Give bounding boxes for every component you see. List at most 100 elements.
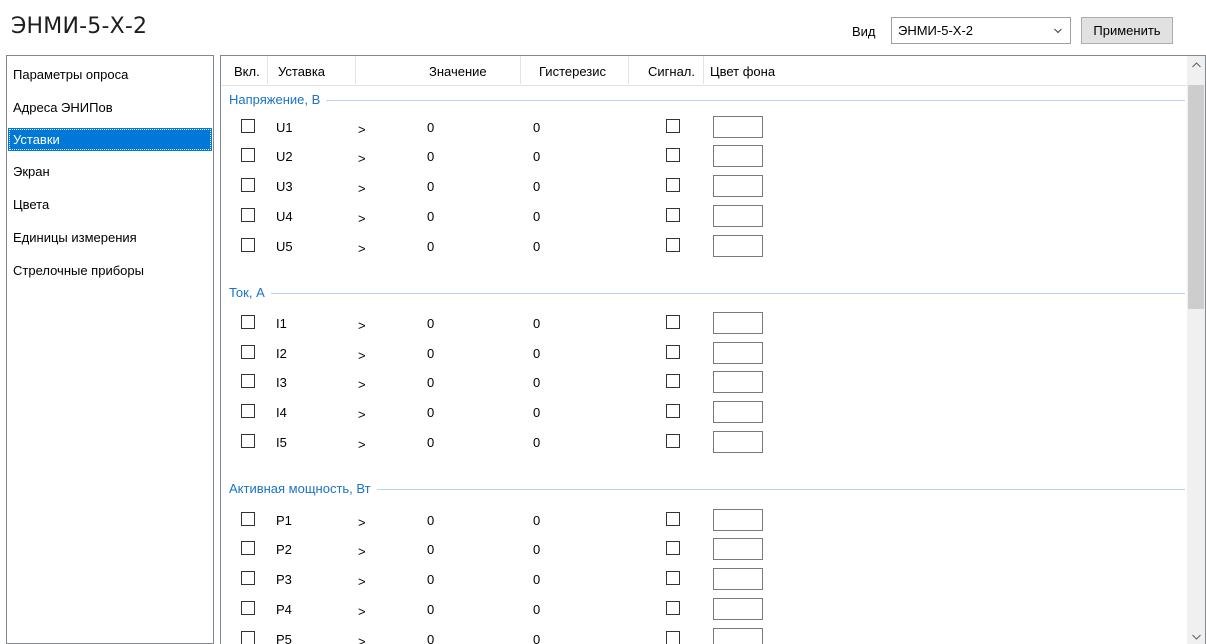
setpoint-value[interactable]: 0 (427, 239, 434, 254)
setpoint-name: U1 (276, 120, 293, 135)
enabled-checkbox[interactable] (241, 512, 255, 526)
signal-checkbox[interactable] (666, 631, 680, 644)
setpoint-value[interactable]: 0 (427, 346, 434, 361)
table-row: P2 > 0 0 (221, 538, 1187, 567)
enabled-checkbox[interactable] (241, 119, 255, 133)
signal-checkbox[interactable] (666, 238, 680, 252)
enabled-checkbox[interactable] (241, 238, 255, 252)
signal-checkbox[interactable] (666, 148, 680, 162)
setpoint-hysteresis[interactable]: 0 (533, 513, 540, 528)
signal-checkbox[interactable] (666, 119, 680, 133)
bg-color-picker[interactable] (713, 205, 763, 227)
signal-checkbox[interactable] (666, 434, 680, 448)
setpoint-hysteresis[interactable]: 0 (533, 572, 540, 587)
bg-color-picker[interactable] (713, 538, 763, 560)
setpoint-hysteresis[interactable]: 0 (533, 120, 540, 135)
signal-checkbox[interactable] (666, 315, 680, 329)
setpoint-hysteresis[interactable]: 0 (533, 602, 540, 617)
bg-color-picker[interactable] (713, 175, 763, 197)
bg-color-picker[interactable] (713, 371, 763, 393)
setpoint-value[interactable]: 0 (427, 542, 434, 557)
scroll-up-button[interactable] (1187, 56, 1205, 73)
bg-color-picker[interactable] (713, 312, 763, 334)
setpoint-operator: > (358, 634, 366, 644)
setpoint-value[interactable]: 0 (427, 572, 434, 587)
setpoint-value[interactable]: 0 (427, 435, 434, 450)
bg-color-picker[interactable] (713, 235, 763, 257)
setpoint-hysteresis[interactable]: 0 (533, 179, 540, 194)
enabled-checkbox[interactable] (241, 178, 255, 192)
setpoint-hysteresis[interactable]: 0 (533, 632, 540, 644)
setpoint-operator: > (358, 515, 366, 530)
bg-color-picker[interactable] (713, 431, 763, 453)
sidebar-item-units[interactable]: Единицы измерения (8, 226, 212, 249)
enabled-checkbox[interactable] (241, 148, 255, 162)
setpoint-value[interactable]: 0 (427, 632, 434, 644)
bg-color-picker[interactable] (713, 116, 763, 138)
vertical-scrollbar[interactable] (1187, 56, 1205, 644)
setpoint-hysteresis[interactable]: 0 (533, 346, 540, 361)
setpoint-name: U3 (276, 179, 293, 194)
signal-checkbox[interactable] (666, 601, 680, 615)
header-separator (355, 56, 356, 84)
signal-checkbox[interactable] (666, 512, 680, 526)
setpoint-operator: > (358, 318, 366, 333)
enabled-checkbox[interactable] (241, 601, 255, 615)
setpoint-value[interactable]: 0 (427, 149, 434, 164)
enabled-checkbox[interactable] (241, 631, 255, 644)
apply-button[interactable]: Применить (1081, 17, 1173, 44)
header-signal: Сигнал. (648, 64, 695, 79)
enabled-checkbox[interactable] (241, 404, 255, 418)
signal-checkbox[interactable] (666, 571, 680, 585)
bg-color-picker[interactable] (713, 628, 763, 644)
setpoint-value[interactable]: 0 (427, 602, 434, 617)
setpoint-value[interactable]: 0 (427, 179, 434, 194)
bg-color-picker[interactable] (713, 509, 763, 531)
setpoint-hysteresis[interactable]: 0 (533, 209, 540, 224)
sidebar-item-setpoints[interactable]: Уставки (8, 128, 212, 151)
scroll-thumb[interactable] (1188, 85, 1204, 309)
signal-checkbox[interactable] (666, 208, 680, 222)
setpoint-value[interactable]: 0 (427, 405, 434, 420)
scroll-down-button[interactable] (1187, 628, 1205, 644)
enabled-checkbox[interactable] (241, 374, 255, 388)
enabled-checkbox[interactable] (241, 571, 255, 585)
signal-checkbox[interactable] (666, 541, 680, 555)
setpoint-hysteresis[interactable]: 0 (533, 316, 540, 331)
table-row: I4 > 0 0 (221, 401, 1187, 430)
enabled-checkbox[interactable] (241, 541, 255, 555)
enabled-checkbox[interactable] (241, 208, 255, 222)
setpoint-hysteresis[interactable]: 0 (533, 405, 540, 420)
setpoint-value[interactable]: 0 (427, 513, 434, 528)
sidebar-item-polling-params[interactable]: Параметры опроса (8, 63, 212, 86)
view-select[interactable]: ЭНМИ-5-Х-2 (891, 17, 1071, 44)
setpoint-value[interactable]: 0 (427, 316, 434, 331)
setpoint-hysteresis[interactable]: 0 (533, 149, 540, 164)
table-row: I1 > 0 0 (221, 312, 1187, 341)
sidebar-item-enip-addresses[interactable]: Адреса ЭНИПов (8, 96, 212, 119)
sidebar-item-dial-gauges[interactable]: Стрелочные приборы (8, 259, 212, 282)
enabled-checkbox[interactable] (241, 434, 255, 448)
setpoint-hysteresis[interactable]: 0 (533, 542, 540, 557)
table-row: U1 > 0 0 (221, 116, 1187, 145)
sidebar-item-screen[interactable]: Экран (8, 160, 212, 183)
signal-checkbox[interactable] (666, 374, 680, 388)
bg-color-picker[interactable] (713, 598, 763, 620)
setpoint-value[interactable]: 0 (427, 120, 434, 135)
setpoint-hysteresis[interactable]: 0 (533, 239, 540, 254)
bg-color-picker[interactable] (713, 145, 763, 167)
signal-checkbox[interactable] (666, 404, 680, 418)
setpoint-hysteresis[interactable]: 0 (533, 435, 540, 450)
bg-color-picker[interactable] (713, 342, 763, 364)
signal-checkbox[interactable] (666, 345, 680, 359)
signal-checkbox[interactable] (666, 178, 680, 192)
setpoint-value[interactable]: 0 (427, 375, 434, 390)
enabled-checkbox[interactable] (241, 345, 255, 359)
table-header: Вкл. Уставка Значение Гистерезис Сигнал.… (221, 56, 1187, 86)
sidebar-item-colors[interactable]: Цвета (8, 193, 212, 216)
enabled-checkbox[interactable] (241, 315, 255, 329)
setpoint-hysteresis[interactable]: 0 (533, 375, 540, 390)
bg-color-picker[interactable] (713, 401, 763, 423)
setpoint-value[interactable]: 0 (427, 209, 434, 224)
bg-color-picker[interactable] (713, 568, 763, 590)
